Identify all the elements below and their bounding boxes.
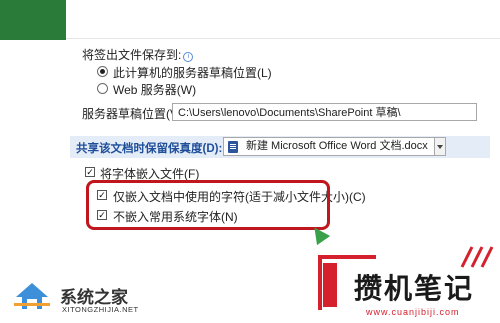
- fidelity-document-name: 新建 Microsoft Office Word 文档.docx: [246, 140, 428, 152]
- server-draft-path-input[interactable]: C:\Users\lenovo\Documents\SharePoint 草稿\: [172, 103, 477, 121]
- embed-fonts-checkbox[interactable]: ✓: [85, 167, 95, 177]
- save-to-label: 将签出文件保存到: i: [82, 46, 194, 63]
- radio-local-draft-label[interactable]: 此计算机的服务器草稿位置(L): [113, 64, 272, 81]
- cuanjibiji-logo-text: 攒机笔记: [354, 272, 475, 305]
- chevron-down-icon[interactable]: [434, 137, 446, 156]
- cuanjibiji-logo-bar: [323, 263, 337, 307]
- house-logo-icon: [14, 283, 50, 309]
- fidelity-document-select[interactable]: 新建 Microsoft Office Word 文档.docx: [223, 137, 445, 156]
- word-doc-icon: [228, 141, 238, 153]
- cuanjibiji-logo-url: www.cuanjibiji.com: [366, 307, 460, 317]
- radio-web-server[interactable]: [97, 83, 108, 94]
- radio-web-server-label[interactable]: Web 服务器(W): [113, 81, 196, 98]
- save-to-text: 将签出文件保存到:: [82, 48, 182, 62]
- xitongzhijia-logo-url: XITONGZHIJIA.NET: [62, 305, 139, 314]
- xitongzhijia-logo: 系统之家 XITONGZHIJIA.NET: [4, 275, 164, 320]
- server-draft-location-label: 服务器草稿位置(V):: [82, 107, 186, 121]
- backstage-accent-strip: [0, 0, 66, 40]
- slash-lines-icon: [460, 246, 494, 268]
- fidelity-section-title: 共享该文档时保留保真度(D):: [76, 143, 223, 155]
- cuanjibiji-logo: 攒机笔记 www.cuanjibiji.com: [318, 245, 500, 323]
- options-top-area: [66, 0, 500, 39]
- radio-local-draft[interactable]: [97, 66, 108, 77]
- help-icon[interactable]: i: [183, 52, 194, 62]
- red-highlight-annotation: [86, 180, 330, 230]
